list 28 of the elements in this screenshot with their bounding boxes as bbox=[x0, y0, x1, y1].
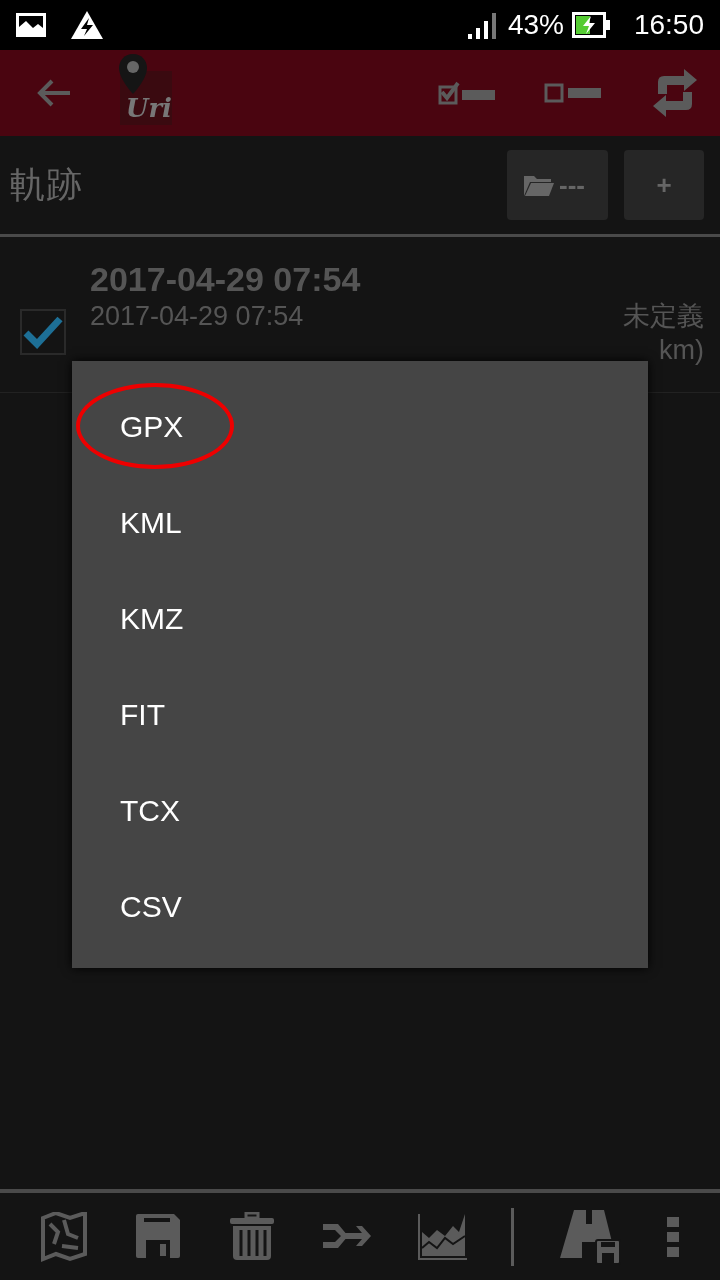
more-options-icon[interactable] bbox=[666, 1215, 680, 1258]
section-title: 軌跡 bbox=[10, 163, 82, 207]
map-icon[interactable] bbox=[40, 1211, 90, 1262]
check-icon bbox=[23, 315, 63, 349]
area-chart-icon[interactable] bbox=[416, 1211, 467, 1262]
menu-item[interactable]: KMZ bbox=[120, 595, 184, 641]
folder-icon bbox=[523, 173, 555, 197]
track-checkbox[interactable] bbox=[20, 309, 66, 355]
battery-percent: 43% bbox=[507, 8, 564, 42]
menu-item[interactable]: CSV bbox=[120, 883, 182, 929]
map-pin-icon bbox=[118, 53, 148, 95]
track-date: 2017-04-29 07:54 bbox=[90, 299, 304, 333]
battery-charging-icon bbox=[571, 12, 610, 38]
menu-item[interactable]: GPX bbox=[120, 403, 184, 449]
select-all-icon[interactable] bbox=[438, 81, 496, 105]
deselect-all-icon[interactable] bbox=[544, 81, 602, 105]
folder-button-label: --- bbox=[559, 168, 585, 202]
warning-bolt-icon bbox=[70, 10, 104, 40]
clock-time: 16:50 bbox=[633, 8, 704, 42]
road-save-icon[interactable] bbox=[557, 1207, 622, 1266]
menu-item[interactable]: FIT bbox=[120, 691, 165, 737]
track-distance: km) bbox=[659, 333, 704, 367]
menu-item[interactable]: KML bbox=[120, 499, 182, 545]
menu-item[interactable]: TCX bbox=[120, 787, 180, 833]
image-icon bbox=[16, 13, 46, 37]
track-title: 2017-04-29 07:54 bbox=[90, 259, 362, 300]
track-category: 未定義 bbox=[623, 299, 704, 333]
back-arrow-icon[interactable] bbox=[36, 78, 72, 108]
